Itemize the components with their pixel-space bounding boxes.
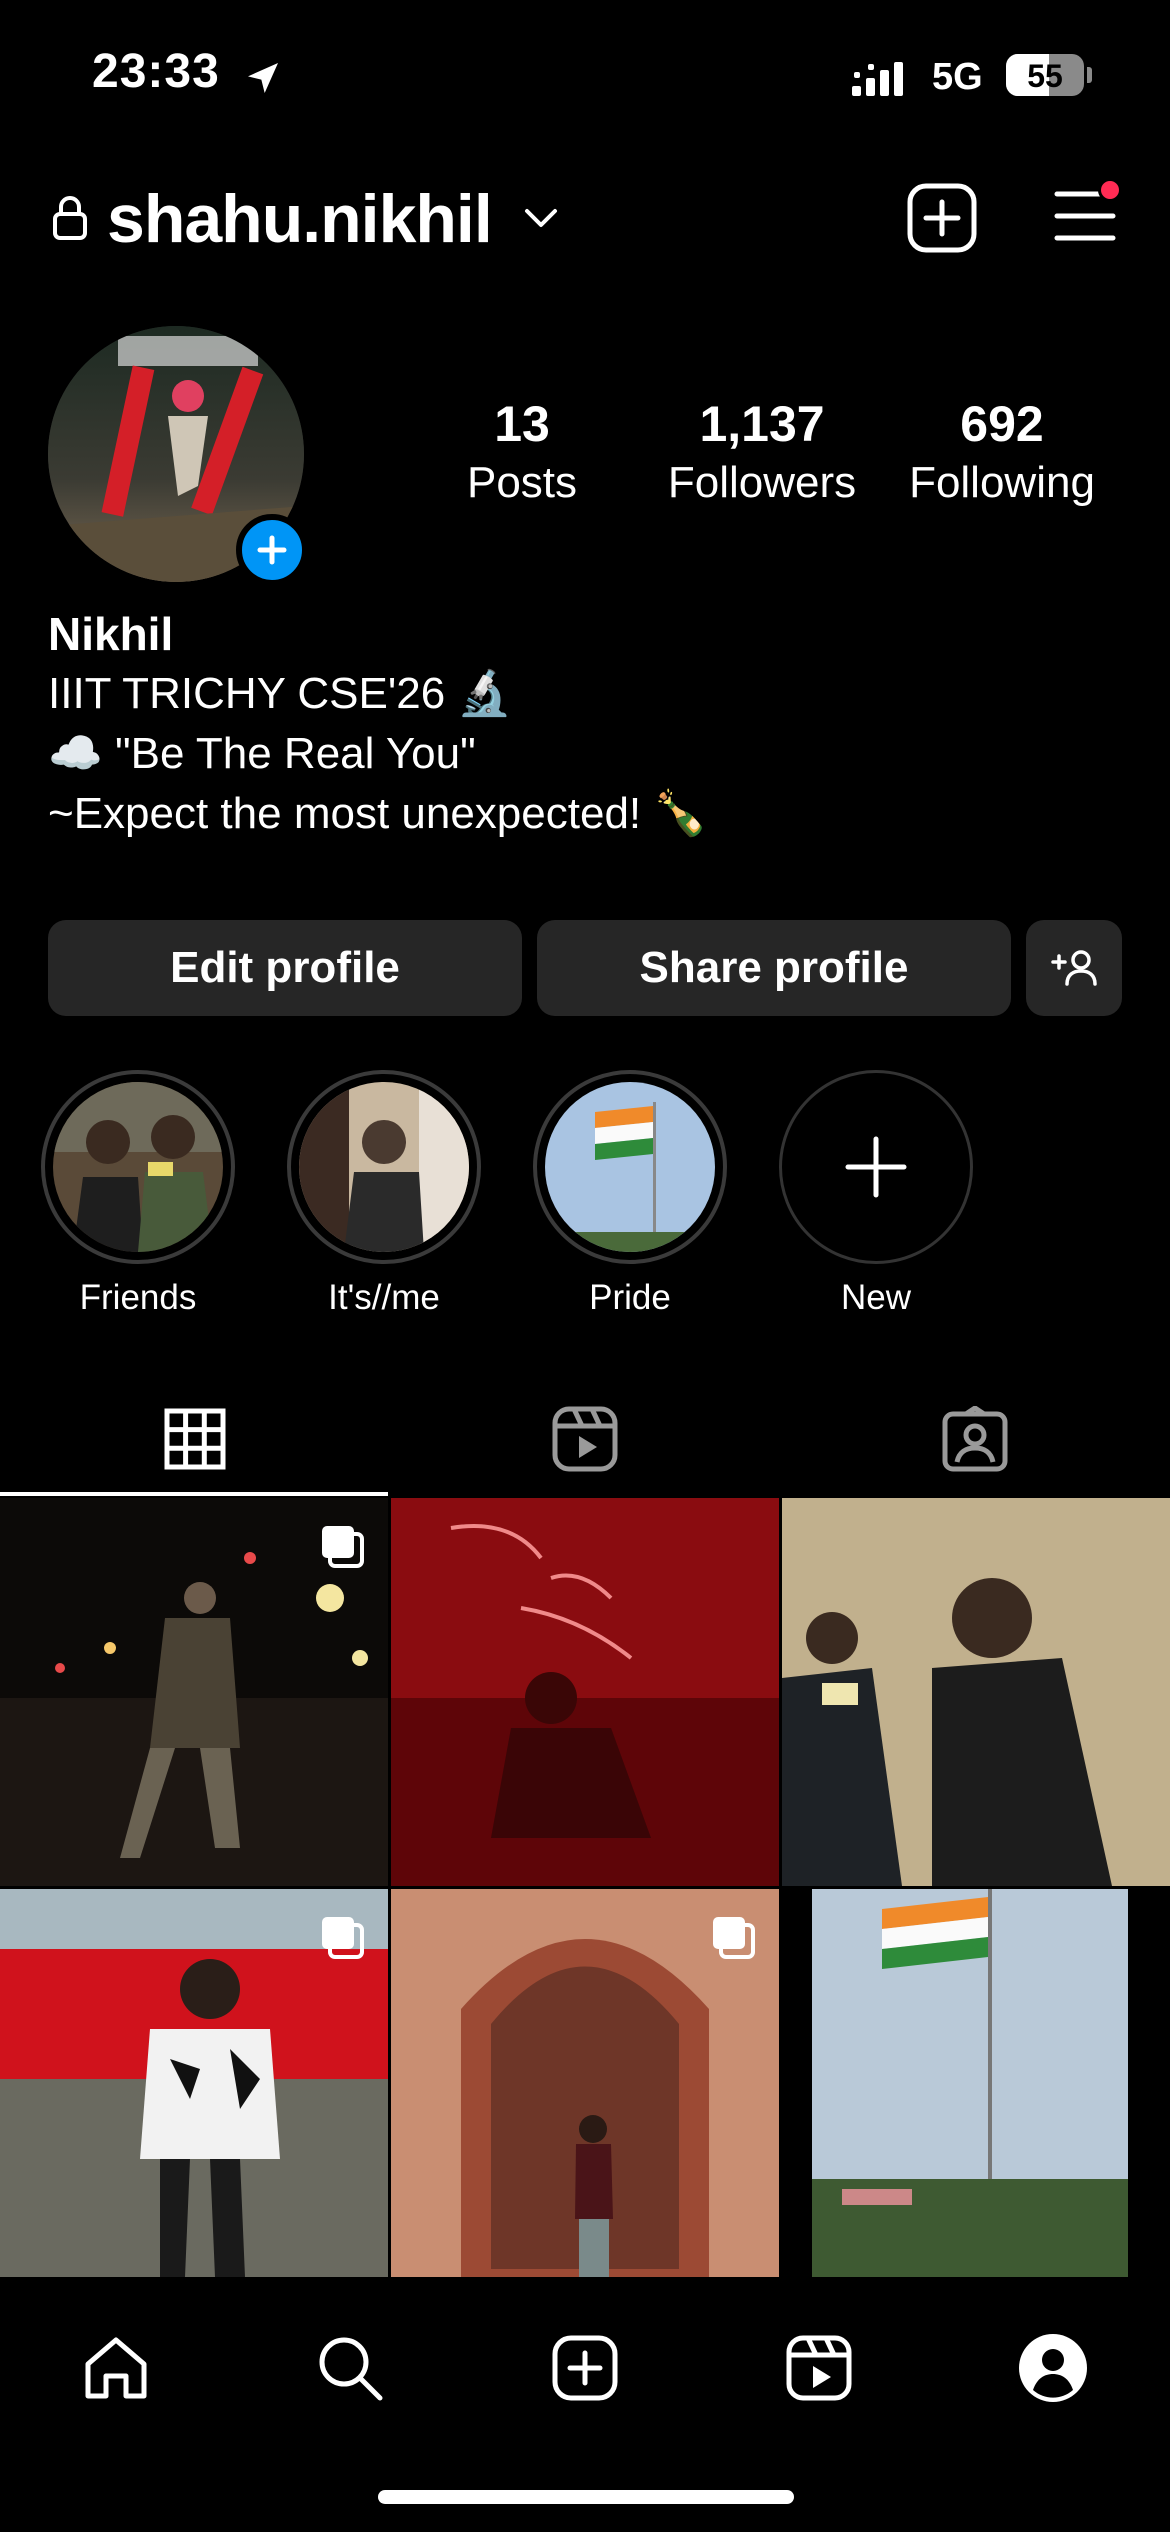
lock-icon xyxy=(53,196,87,240)
posts-count[interactable]: 13 Posts xyxy=(412,394,632,511)
carousel-icon xyxy=(322,1526,364,1568)
username-switcher[interactable]: shahu.nikhil xyxy=(107,180,493,258)
highlight-ring xyxy=(287,1070,481,1264)
post-thumbnail[interactable] xyxy=(391,1889,779,2277)
tab-reels[interactable] xyxy=(390,1380,780,1498)
location-arrow-icon xyxy=(248,63,278,93)
tab-tagged[interactable] xyxy=(780,1380,1170,1498)
plus-icon xyxy=(845,1136,907,1198)
following-count[interactable]: 692 Following xyxy=(892,394,1112,511)
nav-reels[interactable] xyxy=(769,2318,869,2418)
highlight-label: Pride xyxy=(589,1278,671,1317)
add-story-button[interactable] xyxy=(236,514,308,586)
highlight-friends[interactable]: Friends xyxy=(41,1070,235,1318)
bio: Nikhil IIIT TRICHY CSE'26 🔬 ☁️ "Be The R… xyxy=(48,604,708,844)
followers-value: 1,137 xyxy=(699,396,825,452)
tagged-icon xyxy=(942,1406,1008,1472)
cellular-signal-icon xyxy=(852,62,903,96)
highlight-ring xyxy=(533,1070,727,1264)
grid-icon xyxy=(164,1408,226,1470)
highlight-cover xyxy=(545,1082,715,1252)
followers-count[interactable]: 1,137 Followers xyxy=(652,394,872,511)
profile-header: shahu.nikhil xyxy=(0,170,1170,270)
posts-grid xyxy=(0,1498,1170,2278)
post-thumbnail[interactable] xyxy=(0,1498,388,1886)
profile-icon xyxy=(1019,2334,1087,2402)
carousel-icon xyxy=(713,1917,755,1959)
home-indicator xyxy=(378,2490,794,2504)
post-thumbnail[interactable] xyxy=(782,1498,1170,1886)
following-label: Following xyxy=(909,458,1095,507)
post-thumbnail[interactable] xyxy=(0,1889,388,2277)
highlight-label: It's//me xyxy=(328,1278,440,1317)
bio-line: IIIT TRICHY CSE'26 🔬 xyxy=(48,669,513,718)
posts-value: 13 xyxy=(494,396,550,452)
share-profile-button[interactable]: Share profile xyxy=(537,920,1011,1016)
nav-create[interactable] xyxy=(535,2318,635,2418)
followers-label: Followers xyxy=(667,458,857,507)
plus-icon xyxy=(257,535,287,565)
edit-profile-button[interactable]: Edit profile xyxy=(48,920,522,1016)
active-tab-indicator xyxy=(0,1492,388,1496)
highlight-new[interactable]: New xyxy=(779,1070,973,1318)
carousel-icon xyxy=(322,1917,364,1959)
status-bar: 23:33 5G 55 xyxy=(0,0,1170,150)
reels-icon xyxy=(786,2335,852,2401)
nav-home[interactable] xyxy=(66,2318,166,2418)
nav-profile[interactable] xyxy=(1003,2318,1103,2418)
battery-percent: 55 xyxy=(1027,58,1063,94)
post-thumbnail[interactable] xyxy=(391,1498,779,1886)
add-person-icon xyxy=(1051,950,1097,986)
home-icon xyxy=(85,2337,147,2399)
highlight-cover xyxy=(53,1082,223,1252)
status-time: 23:33 xyxy=(92,45,220,98)
highlight-label: Friends xyxy=(79,1278,197,1317)
posts-label: Posts xyxy=(466,458,578,507)
highlight-ring xyxy=(41,1070,235,1264)
network-type: 5G xyxy=(932,56,983,98)
chevron-down-icon[interactable] xyxy=(523,206,559,230)
post-thumbnail[interactable] xyxy=(782,1889,1170,2277)
content-tabs xyxy=(0,1380,1170,1498)
create-post-icon[interactable] xyxy=(906,182,978,254)
tab-posts-grid[interactable] xyxy=(0,1380,390,1498)
bio-line: ~Expect the most unexpected! 🍾 xyxy=(48,789,709,838)
display-name: Nikhil xyxy=(48,608,174,660)
notification-dot xyxy=(1098,178,1122,202)
discover-people-button[interactable] xyxy=(1026,920,1122,1016)
bio-line: ☁️ "Be The Real You" xyxy=(48,729,476,778)
highlight-its-me[interactable]: It's//me xyxy=(287,1070,481,1318)
battery-tip xyxy=(1087,67,1092,83)
following-value: 692 xyxy=(960,396,1044,452)
highlight-pride[interactable]: Pride xyxy=(533,1070,727,1318)
reels-icon xyxy=(552,1406,618,1472)
create-icon xyxy=(552,2335,618,2401)
search-icon xyxy=(319,2337,383,2401)
nav-search[interactable] xyxy=(300,2318,400,2418)
new-highlight-ring xyxy=(779,1070,973,1264)
highlight-cover xyxy=(299,1082,469,1252)
highlight-label: New xyxy=(840,1278,912,1317)
battery-icon: 55 xyxy=(1006,54,1084,96)
